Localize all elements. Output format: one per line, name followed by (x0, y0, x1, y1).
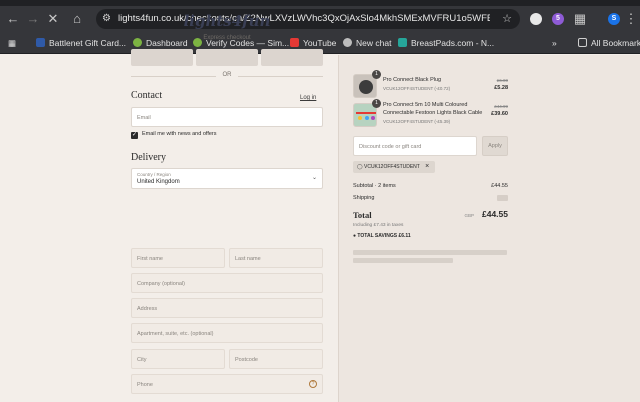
item-original-price: £6.00 (496, 78, 508, 83)
savings-value: £6.11 (398, 233, 411, 239)
total-savings: ● TOTAL SAVINGS £6.11 (353, 233, 411, 239)
delivery-heading: Delivery (131, 152, 166, 163)
bookmark-star-icon[interactable]: ☆ (502, 12, 512, 26)
bookmarks-overflow-icon[interactable]: » (552, 32, 557, 54)
subtotal-label: Subtotal · 2 items (353, 183, 396, 189)
first-name-field[interactable]: First name (131, 248, 225, 268)
item-name: Pro Connect 5m 10 Multi Coloured Connect… (383, 102, 483, 116)
bookmark-item[interactable]: New chat (343, 32, 391, 54)
tag-icon: ◯ (357, 164, 363, 170)
extensions-puzzle-icon[interactable]: ▦ (571, 10, 589, 28)
apartment-placeholder: Apartment, suite, etc. (optional) (137, 331, 214, 337)
shipping-label: Shipping (353, 195, 375, 201)
city-placeholder: City (137, 357, 147, 363)
loading-skeleton (353, 258, 453, 263)
email-placeholder: Email (137, 115, 151, 121)
discount-placeholder: Discount code or gift card (359, 144, 422, 150)
loading-skeleton (353, 250, 507, 255)
savings-tag-icon: ● (353, 233, 357, 239)
item-discount-code: VCUK12OFF4STUDENT (-£0.72) (383, 86, 451, 91)
login-link[interactable]: Log in (300, 95, 316, 101)
bulb-icon (365, 116, 369, 120)
item-price: £39.60 (491, 111, 508, 117)
discount-code-input[interactable]: Discount code or gift card (353, 136, 477, 156)
email-field[interactable]: Email (131, 107, 323, 127)
country-select[interactable]: Country / Region United Kingdom ⌄ (131, 168, 323, 189)
apartment-field[interactable]: Apartment, suite, etc. (optional) (131, 323, 323, 343)
contact-heading: Contact (131, 90, 163, 101)
bookmark-favicon-icon (36, 38, 45, 47)
back-icon[interactable]: ← (4, 10, 22, 28)
express-checkout-label: Express checkout (203, 35, 251, 41)
company-placeholder: Company (optional) (137, 281, 185, 287)
item-name: Pro Connect Black Plug (383, 77, 442, 83)
apps-grid-icon[interactable]: ▦ (8, 32, 16, 54)
chevron-down-icon: ⌄ (311, 175, 317, 181)
total-label: Total (353, 210, 372, 220)
item-original-price: £44.99 (494, 104, 508, 109)
home-icon[interactable]: ⌂ (68, 10, 86, 28)
postcode-field[interactable]: Postcode (229, 349, 323, 369)
shipping-loading-placeholder (497, 195, 508, 201)
remove-code-icon[interactable]: × (425, 163, 429, 170)
bookmark-favicon-icon (398, 38, 407, 47)
all-bookmarks[interactable]: All Bookmarks (578, 32, 640, 54)
apply-discount-button[interactable]: Apply (482, 136, 508, 156)
bulb-icon (358, 116, 362, 120)
total-value: £44.55 (482, 209, 508, 219)
brand-logo[interactable]: lights4fun (131, 12, 323, 30)
extension-badge-icon[interactable]: 5 (552, 13, 564, 25)
or-divider-label: OR (216, 72, 238, 78)
profile-avatar[interactable]: S (608, 13, 620, 25)
newsletter-label: Email me with news and offers (142, 131, 217, 137)
bulb-icon (371, 116, 375, 120)
company-field[interactable]: Company (optional) (131, 273, 323, 293)
first-name-placeholder: First name (137, 256, 163, 262)
address-field[interactable]: Address (131, 298, 323, 318)
last-name-field[interactable]: Last name (229, 248, 323, 268)
city-field[interactable]: City (131, 349, 225, 369)
site-settings-icon[interactable]: ⚙ (102, 12, 111, 26)
applied-code: VCUK12OFF4STUDENT (364, 164, 420, 170)
quantity-badge: 1 (372, 70, 381, 79)
express-pay-button[interactable] (261, 49, 323, 66)
more-menu-icon[interactable]: ⋮ (622, 10, 640, 28)
help-icon[interactable]: ? (309, 380, 317, 388)
bookmark-item[interactable]: Battlenet Gift Card... (36, 32, 126, 54)
total-currency: GBP (464, 213, 474, 218)
last-name-placeholder: Last name (235, 256, 261, 262)
item-price: £5.28 (494, 85, 508, 91)
postcode-placeholder: Postcode (235, 357, 258, 363)
subtotal-value: £44.55 (491, 183, 508, 189)
express-pay-button[interactable] (131, 49, 193, 66)
chat-favicon-icon (343, 38, 352, 47)
country-value: United Kingdom (137, 179, 180, 185)
phone-placeholder: Phone (137, 382, 153, 388)
applied-code-tag: ◯ VCUK12OFF4STUDENT × (353, 161, 435, 173)
item-discount-code: VCUK12OFF4STUDENT (-£5.39) (383, 119, 451, 124)
savings-label: TOTAL SAVINGS (357, 233, 398, 239)
folder-icon (578, 38, 587, 47)
tax-note: Including £7.43 in taxes (353, 223, 404, 228)
phone-field[interactable]: Phone ? (131, 374, 323, 394)
quantity-badge: 1 (372, 99, 381, 108)
address-placeholder: Address (137, 306, 158, 312)
country-label: Country / Region (137, 172, 171, 177)
bookmark-item[interactable]: BreastPads.com - N... (398, 32, 494, 54)
festoon-image-icon (356, 112, 376, 114)
extension-icon[interactable] (530, 13, 542, 25)
plug-image-icon (359, 80, 373, 94)
express-pay-button[interactable] (196, 49, 258, 66)
forward-icon[interactable]: → (24, 10, 42, 28)
newsletter-checkbox[interactable]: ✓ (131, 132, 138, 139)
stop-loading-icon[interactable]: ✕ (44, 10, 62, 28)
